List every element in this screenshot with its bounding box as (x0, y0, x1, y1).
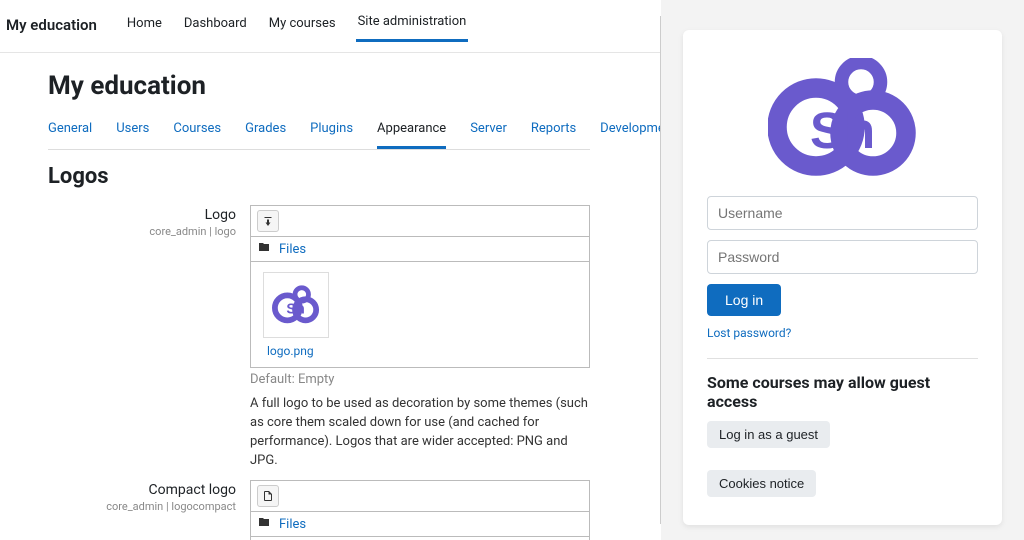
folder-icon (257, 241, 271, 257)
login-divider (707, 358, 978, 359)
tab-courses[interactable]: Courses (173, 115, 221, 149)
setting-logo: Logo core_admin | logo Files (48, 205, 590, 470)
guest-access-heading: Some courses may allow guest access (707, 373, 978, 411)
setting-compact-label: Compact logo (48, 482, 236, 498)
svg-text:Sh: Sh (286, 302, 304, 318)
login-button[interactable]: Log in (707, 284, 781, 316)
admin-tabs: General Users Courses Grades Plugins App… (48, 115, 590, 150)
tab-grades[interactable]: Grades (245, 115, 286, 149)
filepicker-compact: Files (250, 480, 590, 540)
cookies-notice-button[interactable]: Cookies notice (707, 470, 816, 497)
tab-general[interactable]: General (48, 115, 92, 149)
lost-password-link[interactable]: Lost password? (707, 326, 978, 340)
tab-appearance[interactable]: Appearance (377, 115, 446, 149)
setting-logo-key: core_admin | logo (48, 225, 236, 238)
password-input[interactable] (707, 240, 978, 274)
file-add-icon[interactable] (257, 485, 279, 507)
setting-compact-logo: Compact logo core_admin | logocompact Fi… (48, 480, 590, 540)
setting-logo-description: A full logo to be used as decoration by … (250, 395, 590, 470)
default-text: Default: Empty (250, 372, 590, 387)
site-brand: My education (6, 16, 97, 34)
login-logo: Sh (707, 58, 978, 178)
tab-server[interactable]: Server (470, 115, 507, 149)
login-card: Sh Log in Lost password? Some courses ma… (683, 30, 1002, 525)
tab-plugins[interactable]: Plugins (310, 115, 353, 149)
files-root-link[interactable]: Files (279, 242, 306, 257)
file-thumbnail[interactable]: Sh (263, 272, 329, 338)
setting-logo-label: Logo (48, 207, 236, 223)
top-navigation: My education Home Dashboard My courses S… (0, 0, 660, 53)
filepicker-logo: Files Sh logo.png (250, 205, 590, 368)
nav-siteadmin[interactable]: Site administration (356, 8, 469, 42)
nav-dashboard[interactable]: Dashboard (182, 10, 249, 41)
files-root-link[interactable]: Files (279, 517, 306, 532)
tab-reports[interactable]: Reports (531, 115, 576, 149)
download-icon[interactable] (257, 210, 279, 232)
tab-development[interactable]: Development (600, 115, 660, 149)
folder-icon (257, 516, 271, 532)
nav-mycourses[interactable]: My courses (267, 10, 338, 41)
page-title: My education (48, 71, 590, 101)
svg-text:Sh: Sh (810, 102, 875, 159)
guest-login-button[interactable]: Log in as a guest (707, 421, 830, 448)
section-heading: Logos (48, 164, 590, 189)
file-name-link[interactable]: logo.png (267, 344, 314, 358)
setting-compact-key: core_admin | logocompact (48, 500, 236, 513)
tab-users[interactable]: Users (116, 115, 149, 149)
username-input[interactable] (707, 196, 978, 230)
nav-home[interactable]: Home (125, 10, 164, 41)
